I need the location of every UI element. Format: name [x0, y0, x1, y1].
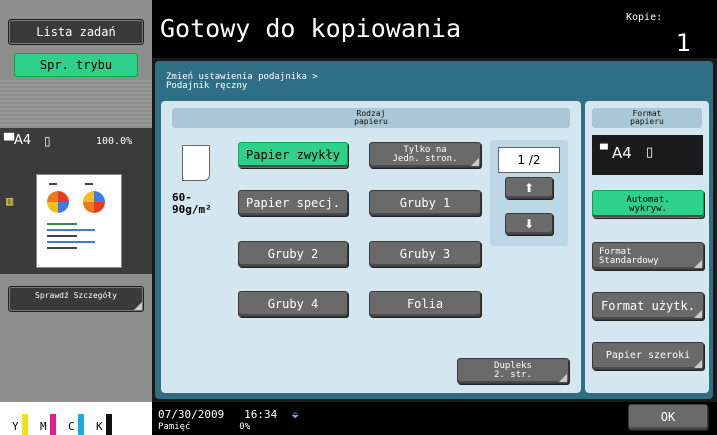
page-down-button[interactable]: ⬇	[505, 213, 553, 235]
custom-format-button[interactable]: Format użytk.	[592, 292, 704, 320]
text-line	[47, 247, 77, 249]
paper-icon: ▀	[4, 134, 14, 149]
toner-k-label: K	[96, 420, 103, 433]
current-format: A4	[612, 144, 632, 162]
tray-icon: ▥	[6, 194, 14, 208]
footer-info: 07/30/2009 16:34 ⬙ Pamięć 0%	[158, 409, 298, 433]
paper-icon-small: ▀	[600, 145, 608, 156]
text-line	[47, 223, 77, 225]
time: 16:34	[244, 408, 278, 421]
breadcrumb-line2: Podajnik ręczny	[166, 81, 248, 91]
auto-detect-line2: wykryw.	[629, 204, 667, 214]
thick4-button[interactable]: Gruby 4	[238, 291, 348, 317]
pie-icon-left	[47, 191, 69, 213]
special-paper-button[interactable]: Papier specj.	[238, 190, 348, 216]
memory-value: 0%	[239, 422, 251, 432]
paper-type-title-line2: papieru	[354, 117, 388, 126]
thick1-button[interactable]: Gruby 1	[369, 190, 481, 216]
paper-size: A4	[14, 133, 32, 148]
text-line	[47, 235, 77, 237]
arrow-up-icon: ⬆	[523, 181, 535, 195]
text-line	[49, 183, 57, 185]
status-title: Gotowy do kopiowania	[160, 14, 462, 43]
date: 07/30/2009	[158, 408, 225, 421]
single-sided-line2: Jedn. stron.	[392, 154, 458, 164]
page-up-button[interactable]: ⬆	[505, 177, 553, 199]
page-indicator: 1 /2	[498, 147, 560, 173]
toner-y-label: Y	[12, 420, 19, 433]
pie-icon-right	[83, 191, 105, 213]
wide-paper-button[interactable]: Papier szeroki	[592, 342, 704, 370]
zoom-level: 100.0%	[96, 136, 133, 147]
copies-value: 1	[676, 29, 692, 57]
text-line	[47, 241, 95, 243]
breadcrumb: Zmień ustawienia podajnika > Podajnik rę…	[166, 73, 318, 91]
text-line	[47, 229, 95, 231]
sidebar-spacer	[0, 78, 152, 128]
arrow-down-icon: ⬇	[523, 217, 535, 231]
toner-panel: Y M C K	[0, 402, 152, 435]
orientation-icon-small: ▯	[646, 145, 654, 160]
ok-button[interactable]: OK	[628, 404, 708, 430]
paper-sheet-icon	[182, 145, 210, 181]
orientation-icon: ▯	[44, 134, 51, 148]
thick3-button[interactable]: Gruby 3	[369, 241, 481, 267]
toner-k-bar	[106, 414, 112, 435]
text-line	[85, 183, 93, 185]
paper-format-title-line2: papieru	[630, 117, 664, 126]
check-details-label: Sprawdź Szczegóły	[35, 291, 117, 300]
preview-panel: ▀ A4 ▯ 100.0% ▥	[0, 128, 152, 274]
copies-label: Kopie:	[626, 12, 663, 23]
preview-page	[36, 174, 122, 268]
paper-type-title: Rodzaj papieru	[172, 108, 570, 128]
paper-format-title: Format papieru	[592, 108, 702, 128]
standard-format-line2: Standardowy	[599, 256, 659, 266]
network-icon: ⬙	[291, 408, 299, 421]
thick2-button[interactable]: Gruby 2	[238, 241, 348, 267]
paper-weight: 60- 90g/m²	[172, 192, 212, 216]
auto-detect-button[interactable]: Automat. wykryw.	[592, 190, 704, 218]
toner-c-bar	[78, 414, 84, 435]
plain-paper-button[interactable]: Papier zwykły	[238, 142, 348, 168]
check-details-button[interactable]: Sprawdź Szczegóły	[8, 286, 144, 312]
duplex-button[interactable]: Dupleks 2. str.	[457, 358, 569, 384]
duplex-line2: 2. str.	[494, 370, 532, 380]
check-mode-button[interactable]: Spr. trybu	[14, 53, 138, 77]
toner-m-bar	[50, 414, 56, 435]
standard-format-button[interactable]: Format Standardowy	[592, 242, 704, 270]
paper-weight-line2: 90g/m²	[172, 203, 212, 216]
toner-c-label: C	[68, 420, 75, 433]
current-format-display: ▀ A4 ▯	[592, 135, 703, 175]
film-button[interactable]: Folia	[369, 291, 481, 317]
job-list-button[interactable]: Lista zadań	[8, 19, 144, 45]
toner-m-label: M	[40, 420, 47, 433]
single-sided-only-button[interactable]: Tylko na Jedn. stron.	[369, 142, 481, 168]
memory-row: Pamięć 0%	[158, 421, 298, 433]
memory-label: Pamięć	[158, 422, 191, 432]
toner-y-bar	[22, 414, 28, 435]
